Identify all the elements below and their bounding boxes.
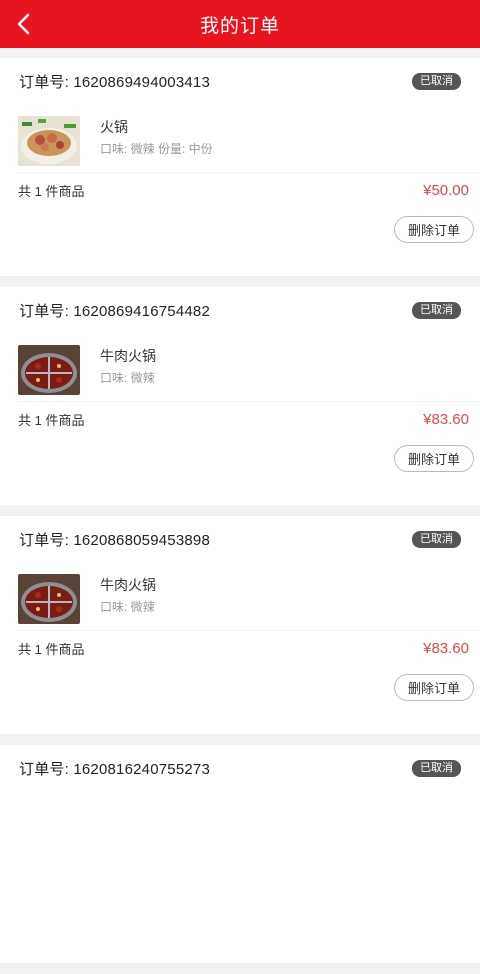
- order-list: 订单号: 1620869494003413 已取消 火锅 口味: 微辣 份量: …: [0, 58, 480, 974]
- delete-order-button[interactable]: 删除订单: [393, 445, 474, 472]
- item-info: 牛肉火锅 口味: 微辣: [100, 345, 156, 401]
- order-actions: 删除订单: [0, 437, 480, 472]
- item-name: 牛肉火锅: [100, 577, 156, 593]
- chevron-left-icon: [17, 13, 30, 35]
- order-card[interactable]: 订单号: 1620816240755273 已取消: [0, 745, 480, 963]
- order-item[interactable]: 火锅 口味: 微辣 份量: 中份: [0, 104, 480, 172]
- order-number: 订单号: 1620816240755273: [19, 760, 211, 778]
- order-header: 订单号: 1620869494003413 已取消: [0, 58, 480, 104]
- order-price: ¥50.00: [423, 182, 469, 199]
- order-price: ¥83.60: [423, 640, 469, 657]
- order-actions: 删除订单: [0, 666, 480, 701]
- delete-order-button[interactable]: 删除订单: [393, 216, 474, 243]
- item-info: 牛肉火锅 口味: 微辣: [100, 574, 156, 630]
- item-spec: 口味: 微辣 份量: 中份: [100, 142, 213, 156]
- order-summary: 共 1 件商品 ¥83.60: [18, 401, 480, 437]
- product-image: [18, 574, 80, 624]
- order-header: 订单号: 1620868059453898 已取消: [0, 516, 480, 562]
- order-number: 订单号: 1620869416754482: [19, 302, 211, 320]
- order-number: 订单号: 1620868059453898: [19, 531, 211, 549]
- item-count: 共 1 件商品: [18, 184, 85, 199]
- order-card[interactable]: 订单号: 1620868059453898 已取消 牛肉火锅 口味: 微辣 共 …: [0, 516, 480, 734]
- status-badge: 已取消: [412, 530, 461, 548]
- order-item[interactable]: 牛肉火锅 口味: 微辣: [0, 562, 480, 630]
- item-name: 牛肉火锅: [100, 348, 156, 364]
- page-title: 我的订单: [199, 15, 280, 37]
- item-info: 火锅 口味: 微辣 份量: 中份: [100, 116, 213, 172]
- delete-order-button[interactable]: 删除订单: [393, 674, 474, 701]
- status-badge: 已取消: [412, 72, 461, 90]
- order-item[interactable]: 牛肉火锅 口味: 微辣: [0, 333, 480, 401]
- order-header: 订单号: 1620869416754482 已取消: [0, 287, 480, 333]
- item-count: 共 1 件商品: [18, 413, 85, 428]
- product-image: [18, 345, 80, 395]
- status-badge: 已取消: [412, 301, 461, 319]
- back-button[interactable]: [8, 8, 40, 40]
- item-spec: 口味: 微辣: [100, 600, 155, 614]
- order-summary: 共 1 件商品 ¥50.00: [18, 172, 480, 208]
- status-badge: 已取消: [412, 759, 461, 777]
- order-summary: 共 1 件商品 ¥83.60: [18, 630, 480, 666]
- item-count: 共 1 件商品: [18, 642, 85, 657]
- order-actions: 删除订单: [0, 208, 480, 243]
- product-image: [18, 116, 80, 166]
- order-price: ¥83.60: [423, 411, 469, 428]
- order-card[interactable]: 订单号: 1620869494003413 已取消 火锅 口味: 微辣 份量: …: [0, 58, 480, 276]
- item-spec: 口味: 微辣: [100, 371, 155, 385]
- order-header: 订单号: 1620816240755273 已取消: [0, 745, 480, 791]
- order-number: 订单号: 1620869494003413: [19, 73, 211, 91]
- app-header: 我的订单: [0, 0, 480, 48]
- item-name: 火锅: [100, 119, 128, 135]
- order-card[interactable]: 订单号: 1620869416754482 已取消 牛肉火锅 口味: 微辣 共 …: [0, 287, 480, 505]
